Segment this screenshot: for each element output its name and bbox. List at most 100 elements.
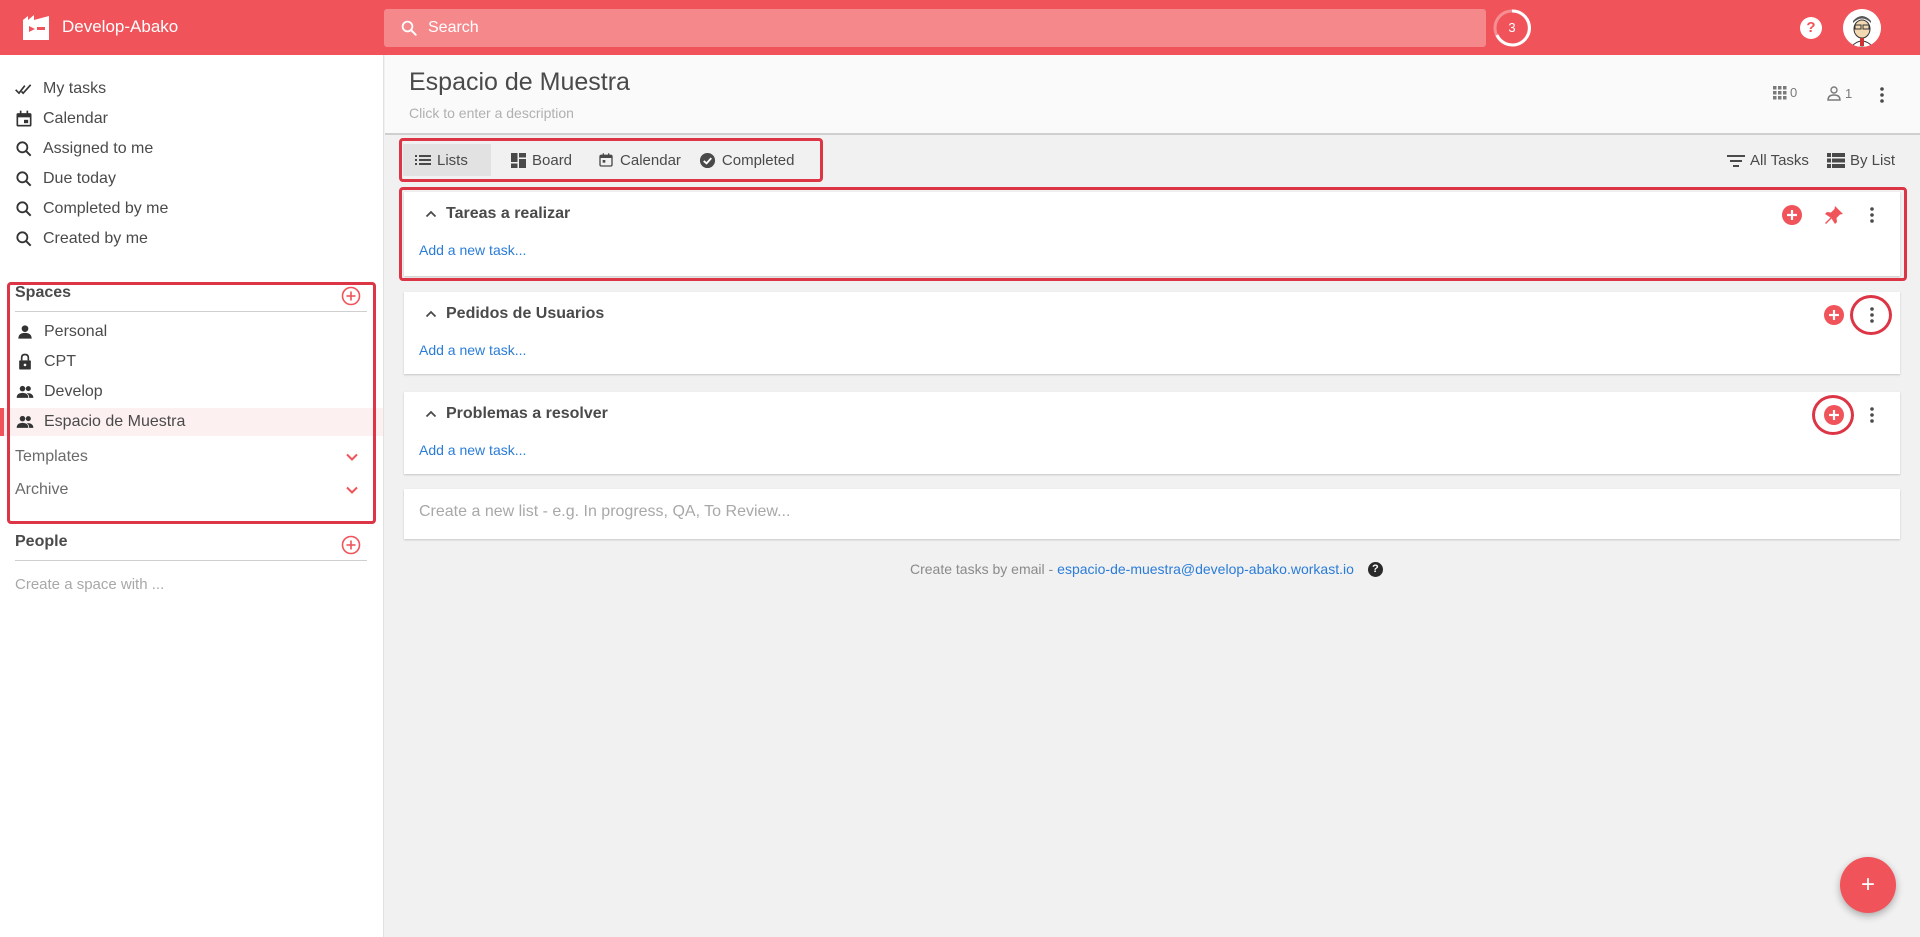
archive-label: Archive [15,481,69,498]
list-title[interactable]: Tareas a realizar [424,205,570,223]
apps-counter[interactable]: 0 [1773,85,1797,100]
list-title-text: Tareas a realizar [446,205,571,222]
more-vert-icon[interactable] [1874,86,1890,104]
add-person-icon[interactable] [341,535,361,555]
tab-calendar[interactable]: Calendar [584,144,693,176]
search-icon [401,20,417,36]
spaces-header: Spaces [15,284,367,312]
person-icon [18,325,32,339]
apps-count: 0 [1790,85,1798,100]
search-icon [16,171,32,187]
space-item-label: Personal [44,323,108,340]
list-title[interactable]: Problemas a resolver [424,405,608,423]
space-item-label: Espacio de Muestra [44,413,186,430]
space-item-develop[interactable]: Develop [0,378,383,406]
list-title[interactable]: Pedidos de Usuarios [424,305,604,323]
notifications-ring[interactable]: 3 [1492,8,1532,48]
tab-completed[interactable]: Completed [693,144,807,176]
help-button[interactable]: ? [1800,17,1822,39]
templates-toggle[interactable]: Templates [15,444,367,470]
avatar[interactable] [1843,9,1881,47]
user-avatar-icon [1843,9,1881,47]
more-vert-icon[interactable] [1864,206,1880,224]
email-help-icon[interactable]: ? [1367,561,1383,577]
notifications-count: 3 [1508,20,1516,35]
more-vert-icon[interactable] [1864,406,1880,424]
add-task-icon[interactable] [1782,205,1802,225]
double-check-icon [15,84,32,95]
add-task-link[interactable]: Add a new task... [419,342,526,358]
add-task-icon[interactable] [1824,405,1844,425]
list-icon [415,155,431,165]
space-item-personal[interactable]: Personal [0,318,383,346]
create-task-fab[interactable]: + [1840,857,1896,913]
search-icon [16,141,32,157]
tab-lists[interactable]: Lists [403,144,491,176]
grid-icon [1773,85,1787,99]
members-count: 1 [1845,85,1853,101]
email-address-link[interactable]: espacio-de-muestra@develop-abako.workast… [1057,561,1354,577]
add-task-link[interactable]: Add a new task... [419,442,526,458]
calendar-icon [599,153,613,167]
list-card: Tareas a realizar Add a new task... [404,192,1900,276]
new-list-card [404,489,1900,539]
archive-toggle[interactable]: Archive [15,477,367,503]
nav-item-completed-by-me[interactable]: Completed by me [14,196,168,222]
chevron-up-icon [425,310,437,318]
members-counter[interactable]: 1 [1826,85,1852,101]
space-item-espacio-de-muestra[interactable]: Espacio de Muestra [0,408,383,436]
nav-item-label: My tasks [43,80,107,97]
search-bar[interactable] [384,9,1486,47]
search-icon [16,201,32,217]
nav-item-my-tasks[interactable]: My tasks [14,76,106,102]
lock-icon [19,353,31,370]
people-icon [16,385,34,398]
app-logo-icon[interactable] [20,12,52,44]
nav-item-label: Created by me [43,230,148,247]
nav-item-label: Assigned to me [43,140,154,157]
view-tabs: Lists Board Calendar Completed [403,144,806,176]
space-item-label: Develop [44,383,103,400]
chevron-down-icon [346,453,358,461]
search-input[interactable] [428,19,1328,37]
nav-item-calendar[interactable]: Calendar [14,106,108,132]
pin-icon[interactable] [1824,205,1844,225]
add-space-icon[interactable] [341,286,361,306]
nav-item-assigned-to-me[interactable]: Assigned to me [14,136,153,162]
chevron-up-icon [425,410,437,418]
space-description[interactable]: Click to enter a description [409,105,574,121]
add-task-icon[interactable] [1824,305,1844,325]
filter-all-tasks[interactable]: All Tasks [1727,152,1809,169]
app-title[interactable]: Develop-Abako [62,17,178,37]
group-label: By List [1850,152,1896,169]
calendar-icon [16,110,32,127]
email-info: Create tasks by email - espacio-de-muest… [0,561,1920,577]
list-card: Pedidos de Usuarios Add a new task... [404,292,1900,374]
list-card: Problemas a resolver Add a new task... [404,392,1900,474]
nav-item-due-today[interactable]: Due today [14,166,116,192]
chevron-down-icon [346,486,358,494]
tab-label: Board [532,151,573,169]
space-header: Espacio de Muestra Click to enter a desc… [385,55,1920,135]
add-task-link[interactable]: Add a new task... [419,242,526,258]
tab-label: Completed [721,151,795,169]
list-title-text: Problemas a resolver [446,405,608,422]
space-item-cpt[interactable]: CPT [0,348,383,376]
board-icon [511,152,526,168]
nav-item-created-by-me[interactable]: Created by me [14,226,148,252]
group-by-list[interactable]: By List [1827,152,1895,169]
page-title[interactable]: Espacio de Muestra [409,68,630,97]
filter-icon [1727,154,1745,167]
people-icon [16,415,34,428]
list-title-text: Pedidos de Usuarios [446,305,605,322]
chevron-up-icon [425,210,437,218]
tab-label: Lists [437,151,468,169]
templates-label: Templates [15,448,88,465]
new-list-input[interactable] [419,503,1819,521]
more-vert-icon[interactable] [1864,306,1880,324]
people-hint[interactable]: Create a space with ... [15,576,164,593]
check-circle-icon [699,152,715,168]
people-heading: People [15,533,68,550]
tab-board[interactable]: Board [491,144,584,176]
view-list-icon [1827,153,1845,168]
